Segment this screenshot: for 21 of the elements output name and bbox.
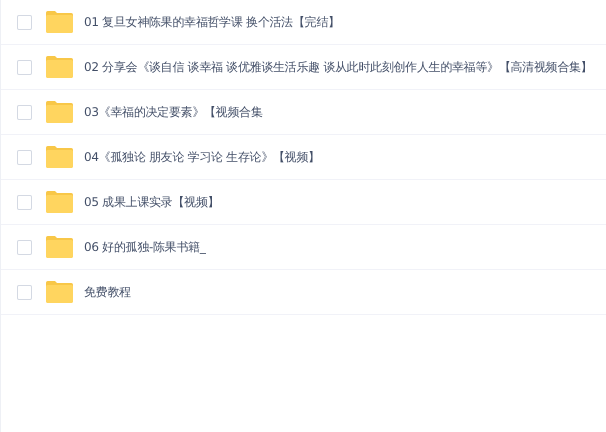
checkbox[interactable] [17, 284, 32, 300]
folder-name[interactable]: 04《孤独论 朋友论 学习论 生存论》【视频】 [84, 148, 320, 166]
folder-icon [46, 146, 73, 168]
folder-icon [46, 191, 73, 213]
checkbox[interactable] [17, 60, 32, 74]
folder-icon [46, 281, 73, 303]
checkbox[interactable] [17, 14, 32, 30]
folder-icon [46, 101, 73, 123]
folder-name[interactable]: 06 好的孤独-陈果书籍_ [84, 238, 206, 256]
folder-icon [46, 11, 73, 33]
checkbox[interactable] [17, 194, 32, 210]
folder-name[interactable]: 03《幸福的决定要素》【视频合集 [84, 104, 262, 120]
folder-icon [46, 236, 73, 258]
folder-name[interactable]: 02 分享会《谈自信 谈幸福 谈优雅谈生活乐趣 谈从此时此刻创作人生的幸福等》【高清视频合集】 [84, 58, 592, 76]
checkbox[interactable] [17, 104, 32, 120]
folder-name[interactable]: 05 成果上课实录【视频】 [84, 194, 220, 210]
checkbox[interactable] [17, 240, 32, 254]
folder-name[interactable]: 01 复旦女神陈果的幸福哲学课 换个活法【完结】 [84, 14, 340, 30]
folder-icon [46, 56, 73, 78]
checkbox[interactable] [17, 150, 32, 164]
folder-name[interactable]: 免费教程 [84, 284, 131, 300]
